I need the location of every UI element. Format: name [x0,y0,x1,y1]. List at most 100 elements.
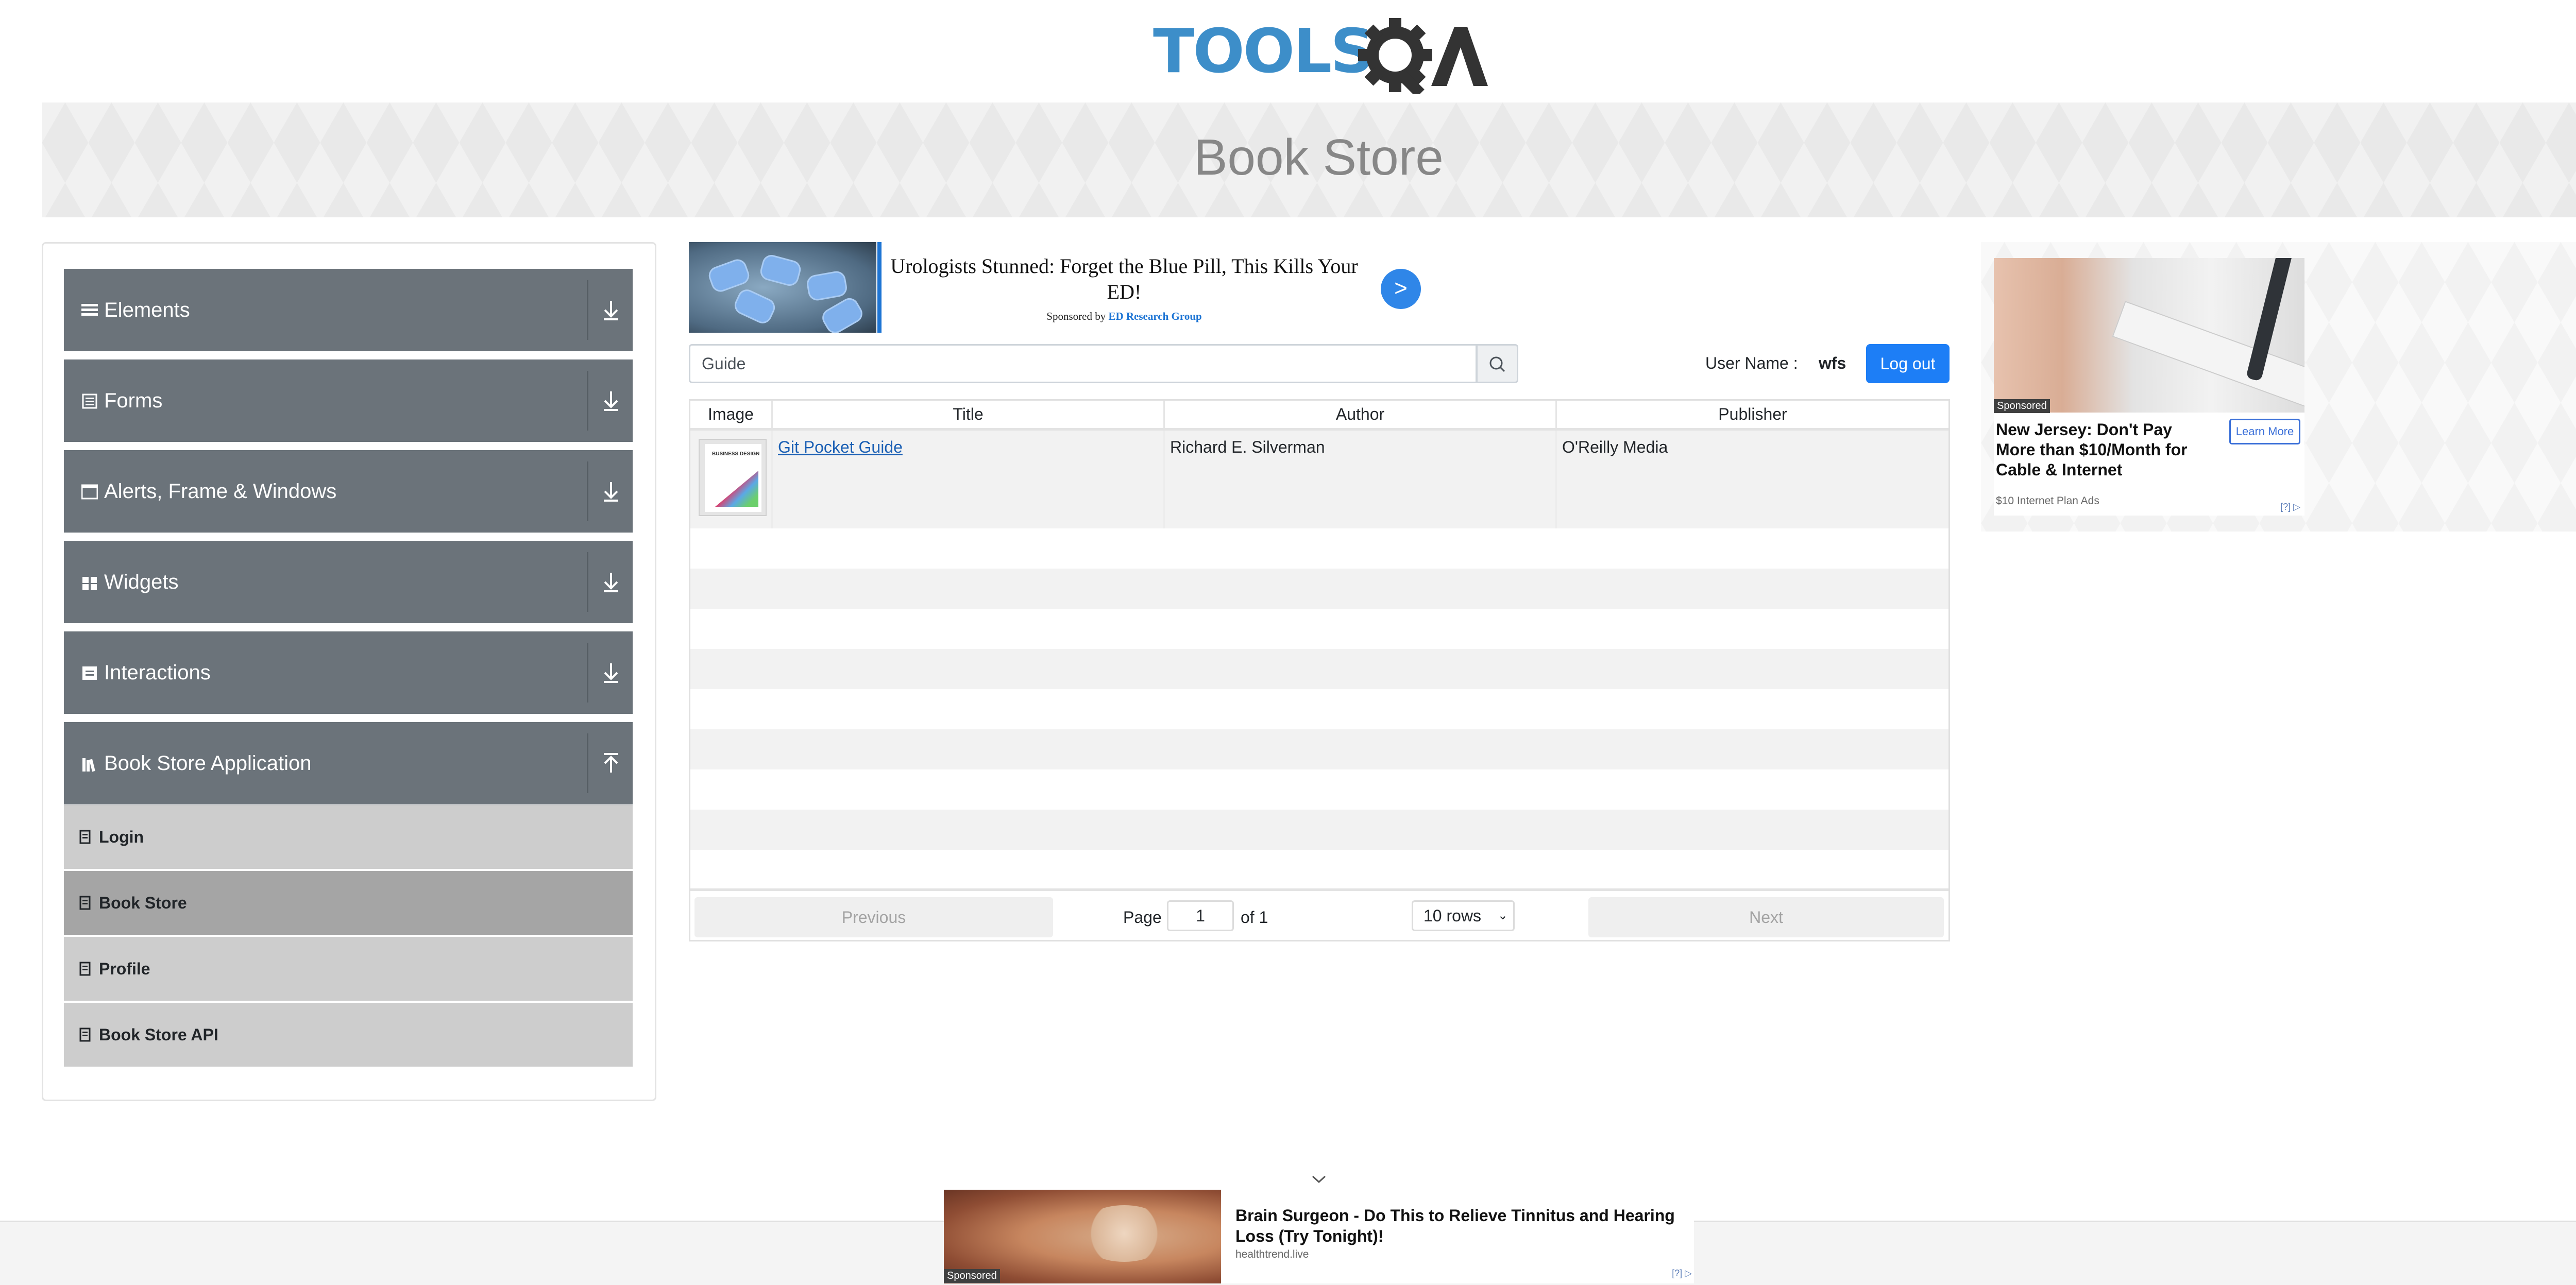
list-icon [82,393,97,409]
divider [587,280,588,340]
books-table: Image Title Author Publisher BUSINESS DE… [689,399,1950,941]
table-row-empty [690,729,1948,769]
page-label: Page [1123,908,1162,927]
download-arrow-icon [604,663,618,683]
sidebar-item-book-store[interactable]: Book Store [64,871,633,935]
nav-group-elements[interactable]: Elements [64,269,633,351]
column-header-title[interactable]: Title [773,401,1165,428]
page-title: Book Store [1194,129,1444,185]
divider [587,552,588,612]
item-icon [79,896,91,910]
nav-group-label: Alerts, Frame & Windows [104,480,337,503]
side-ad-card[interactable]: Sponsored New Jersey: Don't Pay More tha… [1994,258,2304,516]
search-button[interactable] [1476,344,1518,383]
hamburger-icon [81,304,98,316]
download-arrow-icon [604,573,618,592]
item-icon [79,830,91,844]
grid-icon [82,577,97,590]
previous-button[interactable]: Previous [694,897,1053,937]
column-header-image[interactable]: Image [690,401,773,428]
bottom-ad-source: healthtrend.live [1235,1248,1309,1260]
toolsqa-logo[interactable]: TOOLS [1153,15,1488,98]
download-arrow-icon [604,301,618,320]
nav-group-label: Interactions [104,661,211,684]
column-header-publisher[interactable]: Publisher [1557,401,1948,428]
toolsqa-logo-graphic: TOOLS [1153,15,1488,98]
page-number-input[interactable]: 1 [1167,900,1234,931]
search-input[interactable]: Guide [689,344,1477,383]
book-image-cell: BUSINESS DESIGN [690,431,773,528]
user-name-value: wfs [1819,354,1846,372]
book-title-link[interactable]: Git Pocket Guide [778,438,903,456]
sidebar-item-login[interactable]: Login [64,805,633,869]
divider [587,643,588,703]
book-cover-title: BUSINESS DESIGN [712,451,760,457]
ad-go-button[interactable]: > [1381,269,1421,309]
book-publisher-cell: O'Reilly Media [1562,438,1668,456]
column-header-author[interactable]: Author [1165,401,1557,428]
ad-headline[interactable]: Urologists Stunned: Forget the Blue Pill… [885,253,1364,305]
upload-arrow-icon [604,753,618,773]
item-icon [79,962,91,976]
nav-group-label: Book Store Application [104,752,312,775]
table-row-empty [690,689,1948,729]
user-name-label: User Name : [1705,354,1798,372]
table-row-empty [690,528,1948,569]
ad-accent-bar [877,242,882,333]
download-arrow-icon [604,391,618,411]
book-cover-image: BUSINESS DESIGN [699,439,767,516]
adchoices-icon[interactable]: [?] ▷ [1672,1268,1692,1279]
nav-group-widgets[interactable]: Widgets [64,541,633,623]
divider [587,371,588,431]
sponsored-tag: Sponsored [1994,399,2050,413]
sidebar-item-profile[interactable]: Profile [64,937,633,1001]
chevron-down-icon[interactable] [1309,1172,1329,1187]
bottom-ad-headline[interactable]: Brain Surgeon - Do This to Relieve Tinni… [1235,1205,1689,1246]
interaction-icon [82,666,97,680]
adchoices-icon[interactable]: [?] ▷ [2280,502,2300,512]
rows-per-page-value: 10 rows [1423,906,1482,925]
top-advertisement[interactable]: Urologists Stunned: Forget the Blue Pill… [689,242,1423,337]
bottom-advertisement[interactable]: Sponsored Brain Surgeon - Do This to Rel… [944,1190,1694,1283]
table-row: BUSINESS DESIGN Git Pocket Guide Richard… [690,431,1948,528]
page-total-label: of 1 [1241,908,1268,927]
nav-group-forms[interactable]: Forms [64,359,633,442]
logout-button[interactable]: Log out [1866,344,1950,383]
book-author-cell: Richard E. Silverman [1165,431,1557,528]
nav-group-book-store-application[interactable]: Book Store Application [64,722,633,804]
table-row-empty [690,810,1948,850]
pagination-bar: Previous Page 1 of 1 10 rows ⌄ Next [690,888,1948,940]
side-ad-headline[interactable]: New Jersey: Don't Pay More than $10/Mont… [1996,420,2212,480]
adchoices-label: [?] [1672,1268,1683,1278]
nav-group-interactions[interactable]: Interactions [64,631,633,714]
table-row-empty [690,850,1948,890]
sidebar-item-label: Book Store API [99,1025,218,1044]
nav-group-alerts-frame-windows[interactable]: Alerts, Frame & Windows [64,450,633,533]
item-icon [79,1027,91,1042]
table-row-empty [690,649,1948,689]
nav-group-label: Elements [104,299,190,321]
ad-image [689,242,876,337]
side-ad-source: $10 Internet Plan Ads [1996,495,2099,507]
rows-per-page-select[interactable]: 10 rows ⌄ [1412,900,1515,931]
page-banner: Book Store [42,102,2576,217]
ad-sponsor-prefix: Sponsored by [1046,310,1106,322]
table-row-empty [690,569,1948,609]
ad-sponsor-name[interactable]: ED Research Group [1108,310,1201,322]
chevron-down-icon: ⌄ [1497,909,1508,922]
book-title-cell: Git Pocket Guide [773,431,1165,528]
table-row-empty [690,609,1948,649]
ad-sponsor-line: Sponsored by ED Research Group [885,310,1364,323]
nav-group-label: Widgets [104,571,179,593]
window-icon [81,484,98,500]
sidebar-item-book-store-api[interactable]: Book Store API [64,1003,633,1067]
next-button[interactable]: Next [1588,897,1944,937]
sidebar-item-label: Login [99,828,144,846]
search-icon [1489,356,1505,372]
nav-group-label: Forms [104,389,163,412]
sponsored-tag: Sponsored [944,1269,1000,1283]
books-icon [82,758,95,772]
divider [587,733,588,793]
sidebar-item-label: Profile [99,960,150,978]
learn-more-button[interactable]: Learn More [2229,419,2300,444]
